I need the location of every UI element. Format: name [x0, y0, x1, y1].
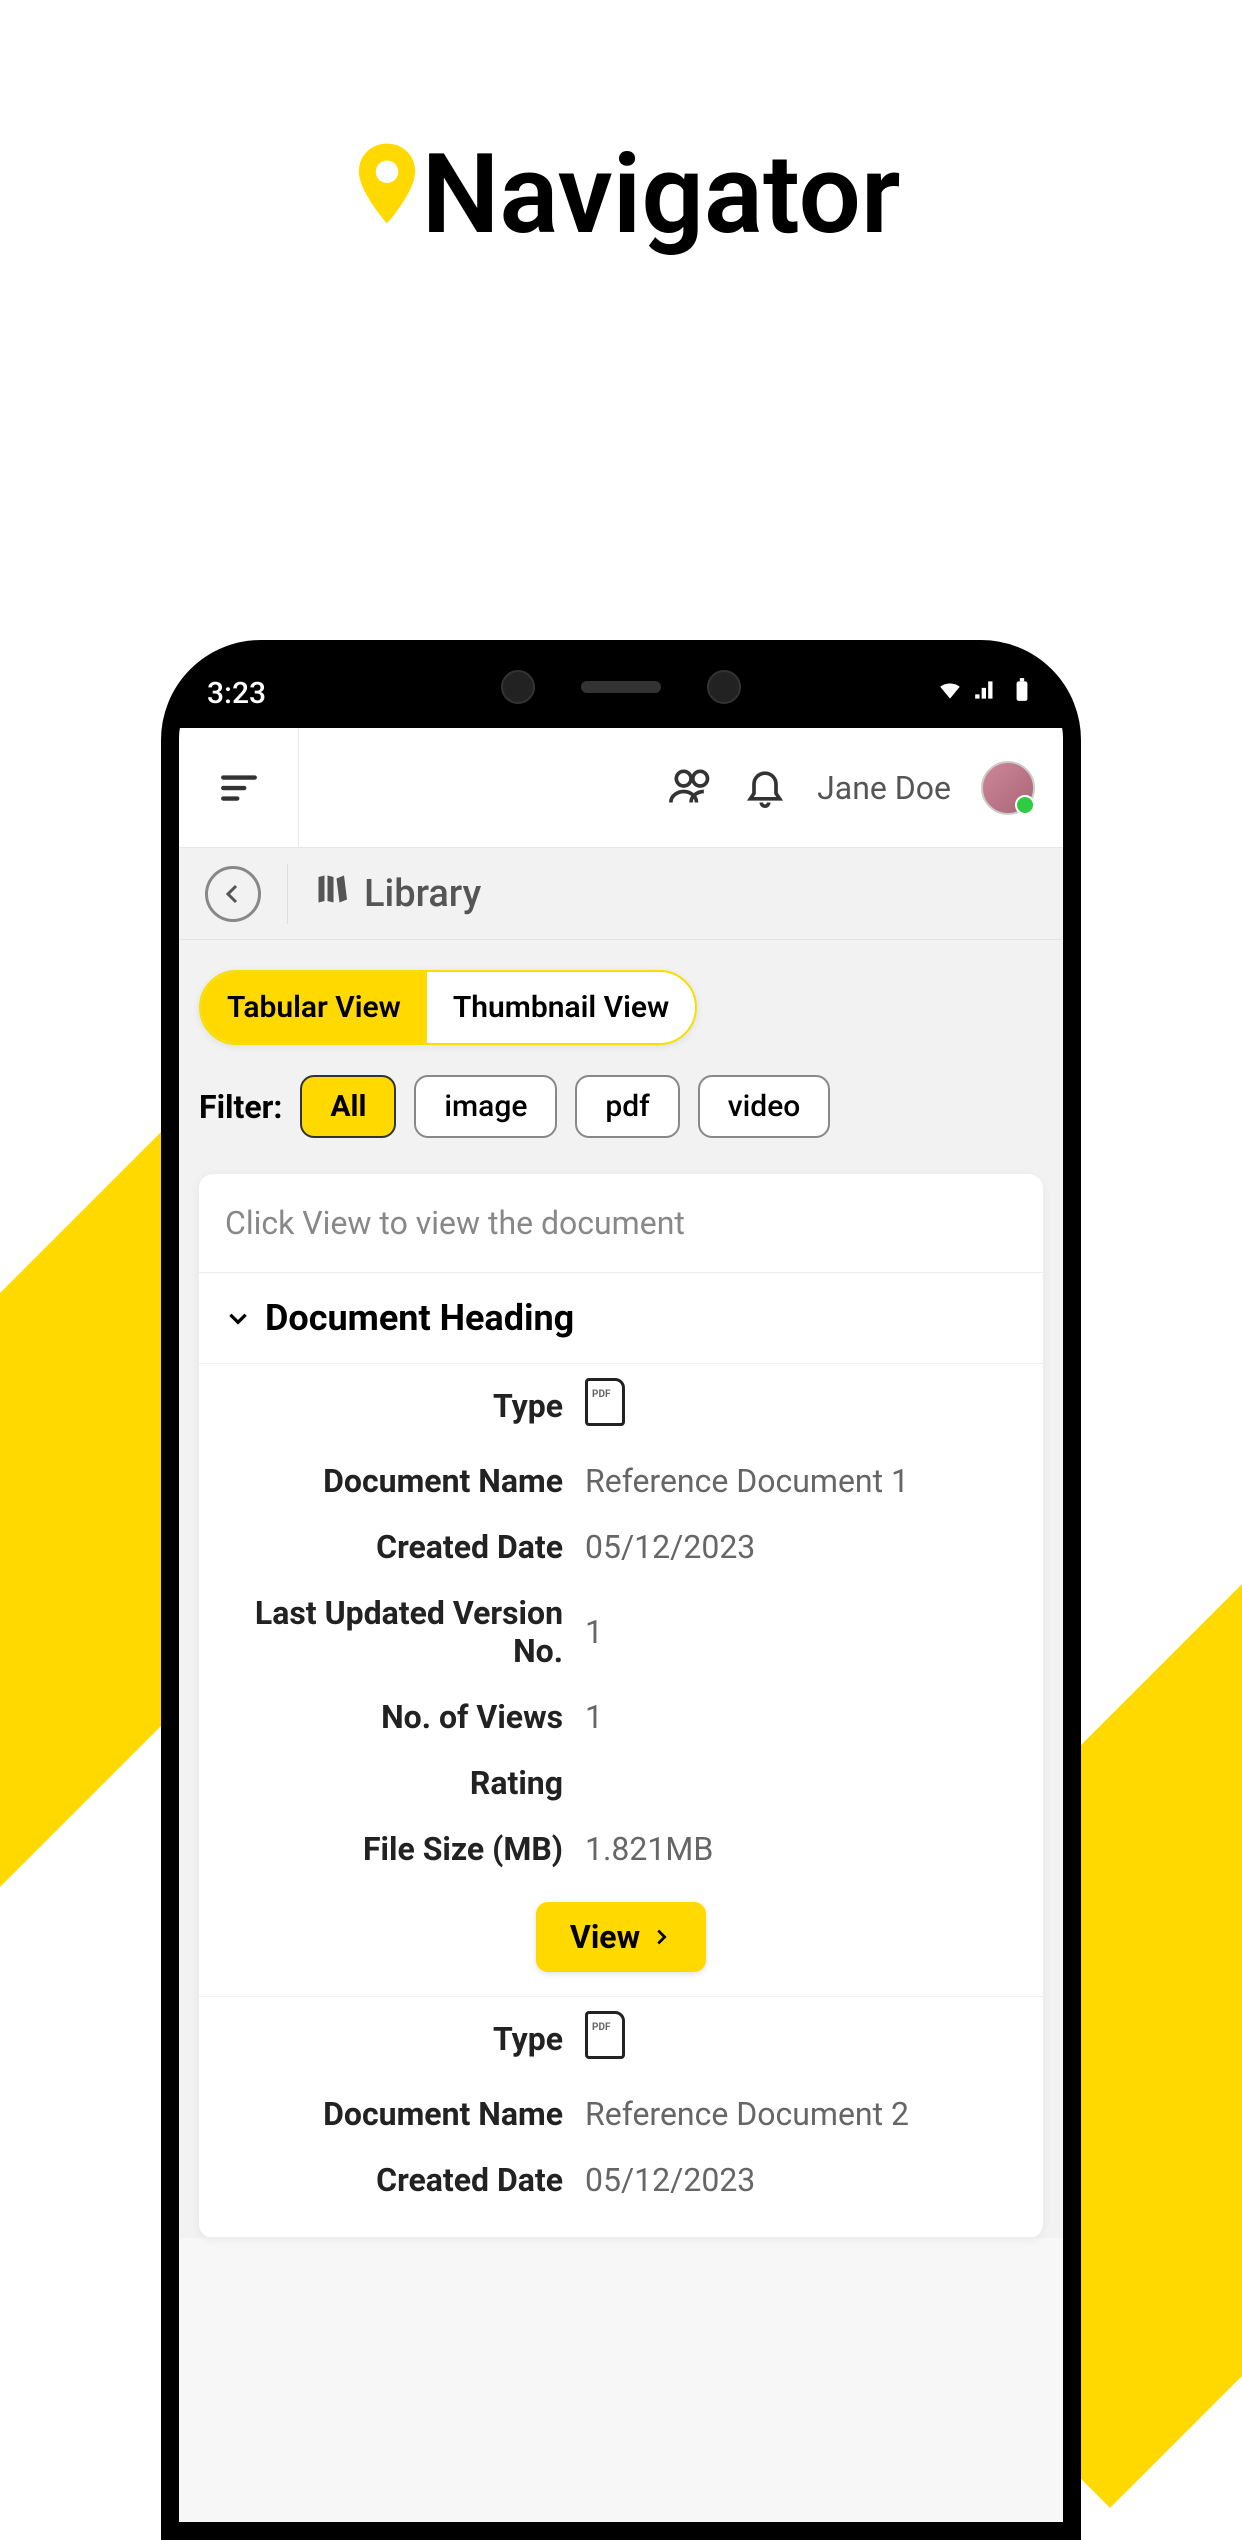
pin-icon — [342, 136, 432, 253]
filter-label: Filter: — [199, 1088, 282, 1126]
pdf-icon — [585, 2011, 625, 2059]
status-time: 3:23 — [207, 676, 266, 711]
battery-icon — [1009, 676, 1035, 711]
bell-icon[interactable] — [743, 764, 787, 812]
doc-name: Reference Document 1 — [585, 1462, 1017, 1500]
tab-tabular[interactable]: Tabular View — [201, 972, 427, 1043]
doc-size: 1.821MB — [585, 1830, 1017, 1868]
view-toggle: Tabular View Thumbnail View — [199, 970, 697, 1045]
tab-thumbnail[interactable]: Thumbnail View — [427, 972, 695, 1043]
library-icon — [314, 871, 350, 917]
document-row: Type Document NameReference Document 1 C… — [199, 1364, 1043, 1997]
doc-name: Reference Document 2 — [585, 2095, 1017, 2133]
people-icon[interactable] — [669, 764, 713, 812]
doc-created: 05/12/2023 — [585, 1528, 1017, 1566]
filter-image[interactable]: image — [414, 1075, 557, 1138]
view-button[interactable]: View — [536, 1902, 706, 1972]
chevron-down-icon — [225, 1305, 251, 1331]
filter-video[interactable]: video — [698, 1075, 831, 1138]
filter-all[interactable]: All — [300, 1075, 396, 1138]
card-heading-text: Document Heading — [265, 1297, 574, 1339]
chevron-right-icon — [650, 1926, 672, 1948]
menu-button[interactable] — [179, 728, 299, 847]
doc-version: 1 — [585, 1613, 1017, 1651]
doc-created: 05/12/2023 — [585, 2161, 1017, 2199]
filter-pdf[interactable]: pdf — [575, 1075, 679, 1138]
back-button[interactable] — [205, 866, 261, 922]
card-hint: Click View to view the document — [199, 1174, 1043, 1273]
avatar[interactable] — [981, 761, 1035, 815]
wifi-icon — [937, 676, 963, 711]
app-logo: Navigator — [0, 130, 1242, 259]
page-title: Library — [364, 872, 481, 916]
status-bar: 3:23 — [179, 658, 1063, 728]
pdf-icon — [585, 1378, 625, 1426]
document-card: Click View to view the document Document… — [199, 1174, 1043, 2238]
document-row: Type Document NameReference Document 2 C… — [199, 1997, 1043, 2238]
logo-text: Navigator — [422, 130, 901, 259]
user-name[interactable]: Jane Doe — [817, 769, 951, 807]
phone-frame: 3:23 Jane Doe — [161, 640, 1081, 2540]
doc-views: 1 — [585, 1698, 1017, 1736]
card-heading-toggle[interactable]: Document Heading — [199, 1273, 1043, 1364]
app-header: Jane Doe — [179, 728, 1063, 848]
breadcrumb: Library — [179, 848, 1063, 940]
signal-icon — [973, 676, 999, 711]
